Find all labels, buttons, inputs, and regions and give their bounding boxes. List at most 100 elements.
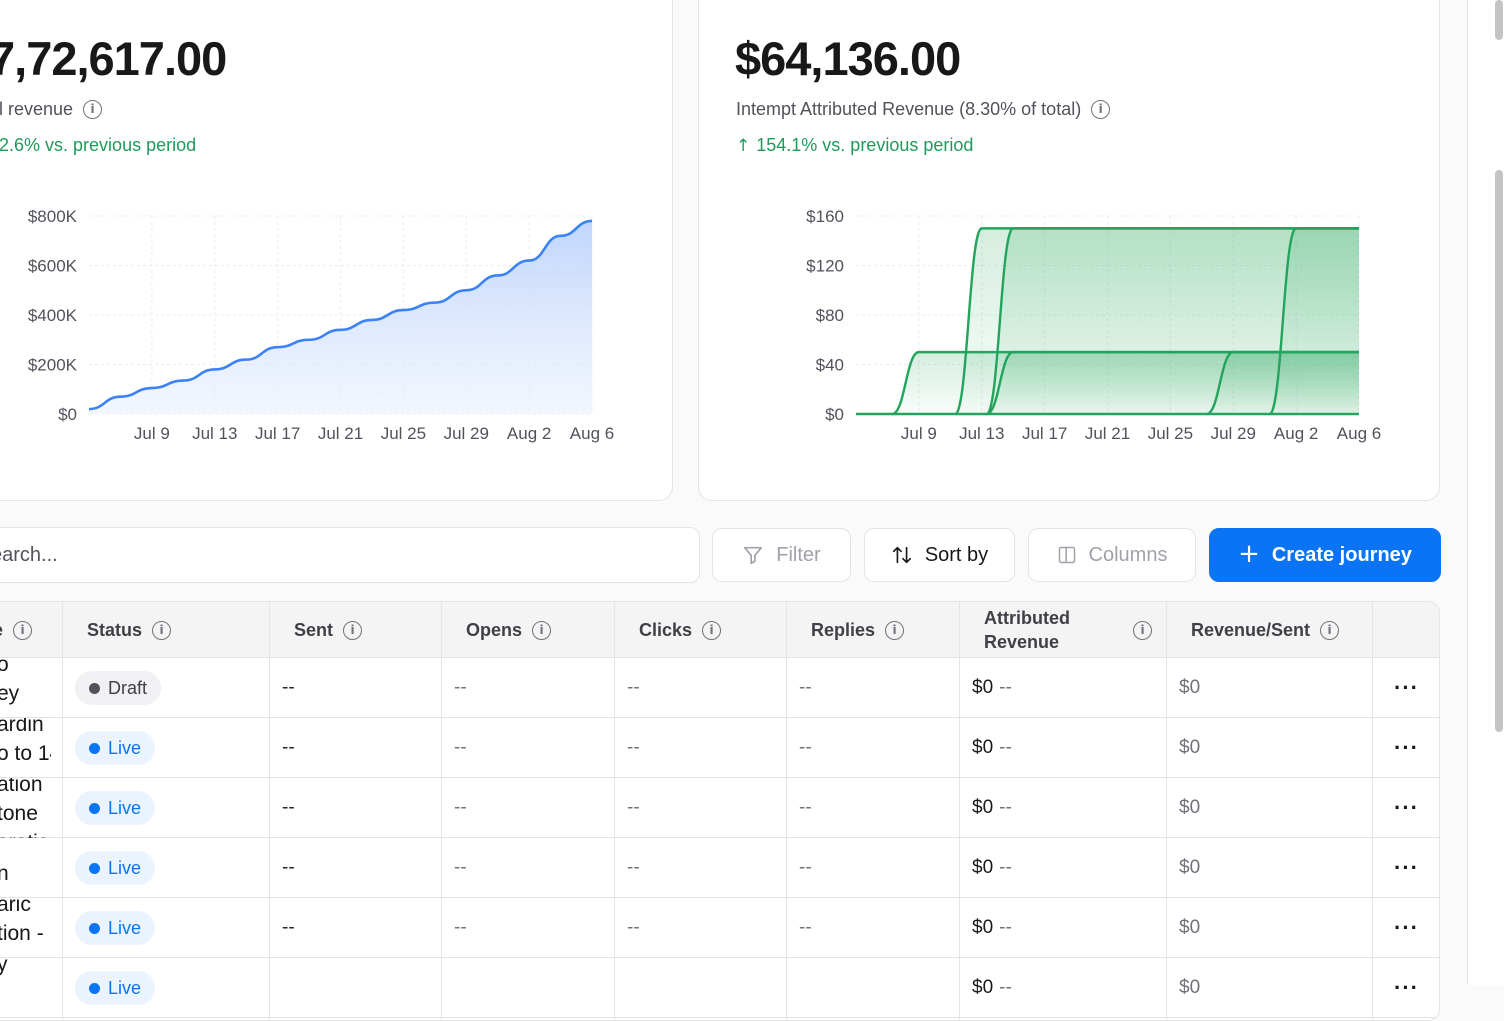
columns-icon [1057, 545, 1077, 565]
attributed-revenue-cell: $0-- [972, 898, 1012, 958]
filter-icon [742, 544, 764, 566]
column-header-name-label: e [0, 620, 3, 641]
revenue-per-sent-value: $0 [1179, 838, 1200, 898]
sort-label: Sort by [925, 544, 988, 567]
row-actions-button[interactable]: ··· [1372, 958, 1440, 1018]
y-tick-label: $0 [58, 405, 77, 424]
x-tick-label: Jul 13 [959, 424, 1004, 443]
x-tick-label: Aug 2 [507, 424, 551, 443]
column-header-clicks[interactable]: Clicksi [639, 602, 721, 658]
page-scrollbar[interactable] [1467, 0, 1504, 985]
column-header-revenue-per-sent[interactable]: Revenue/Senti [1191, 602, 1339, 658]
status-cell: Live [75, 958, 155, 1018]
column-header-attributed-revenue[interactable]: AttributedRevenue i [984, 602, 1152, 658]
status-badge: Draft [75, 671, 161, 705]
attributed-revenue-cell: $0-- [972, 958, 1012, 1018]
x-tick-label: Jul 9 [134, 424, 170, 443]
status-dot-icon [89, 743, 100, 754]
column-header-sent[interactable]: Senti [294, 602, 362, 658]
attributed-revenue-value: $0 [972, 797, 993, 819]
status-dot-icon [89, 863, 100, 874]
attributed-revenue-cell: $0 -- [972, 838, 1012, 898]
journey-name[interactable]: ation tone aratic [0, 778, 51, 838]
status-badge: Live [75, 731, 155, 765]
column-divider [614, 602, 615, 1020]
more-icon: ··· [1394, 735, 1419, 761]
create-journey-button[interactable]: + Create journey [1209, 528, 1441, 582]
attributed-line-2: Revenue [984, 632, 1059, 652]
y-tick-label: $80 [816, 306, 844, 325]
attributed-revenue-cell: $0-- [972, 658, 1012, 718]
x-tick-label: Jul 17 [1022, 424, 1067, 443]
column-header-name[interactable]: ei [0, 602, 32, 658]
row-actions-button[interactable]: ··· [1372, 898, 1440, 958]
info-icon[interactable]: i [532, 621, 551, 640]
replies-value: -- [799, 898, 812, 958]
y-tick-label: $600K [28, 257, 78, 276]
table-row[interactable]: o eyDraft--------$0--$0··· [0, 658, 1439, 718]
row-actions-button[interactable]: ··· [1372, 718, 1440, 778]
attributed-revenue-value: $0 [972, 857, 993, 879]
attributed-revenue-extra: -- [999, 677, 1012, 699]
attributed-revenue-cell: $0-- [972, 718, 1012, 778]
revenue-per-sent-value: $0 [1179, 718, 1200, 778]
journey-name-text: aric tion - [0, 898, 51, 948]
column-header-status-label: Status [87, 620, 142, 641]
row-actions-button[interactable]: ··· [1372, 658, 1440, 718]
attributed-revenue-extra: -- [999, 977, 1012, 999]
scrollbar-thumb-top[interactable] [1495, 0, 1503, 40]
status-dot-icon [89, 683, 100, 694]
journey-name-text: ardin o to 14 [0, 718, 51, 768]
more-icon: ··· [1394, 855, 1419, 881]
x-tick-label: Jul 29 [444, 424, 489, 443]
opens-value: -- [454, 898, 467, 958]
row-actions-button[interactable]: ··· [1372, 838, 1440, 898]
table-row[interactable]: yLive$0--$0··· [0, 958, 1439, 1018]
column-divider [786, 602, 787, 1020]
filter-label: Filter [776, 544, 820, 567]
info-icon[interactable]: i [1133, 621, 1152, 640]
status-text: Live [108, 798, 141, 819]
attributed-revenue-extra: -- [999, 857, 1012, 879]
column-divider [269, 602, 270, 1020]
journey-name[interactable]: o ey [0, 658, 51, 718]
info-icon[interactable]: i [1320, 621, 1339, 640]
info-icon[interactable]: i [702, 621, 721, 640]
sort-button[interactable]: Sort by [864, 528, 1015, 582]
more-icon: ··· [1394, 795, 1419, 821]
attributed-revenue-card: $64,136.00 Intempt Attributed Revenue (8… [698, 0, 1440, 501]
x-tick-label: Aug 6 [570, 424, 614, 443]
search-input[interactable]: earch... [0, 527, 700, 583]
y-tick-label: $800K [28, 207, 78, 226]
table-row[interactable]: ardin o to 14Live--------$0--$0··· [0, 718, 1439, 778]
table-row[interactable]: nLive--------$0--$0··· [0, 838, 1439, 898]
row-actions-button[interactable]: ··· [1372, 778, 1440, 838]
sent-value: -- [282, 778, 295, 838]
column-header-replies[interactable]: Repliesi [811, 602, 904, 658]
attributed-revenue-value: $0 [972, 737, 993, 759]
scrollbar-thumb[interactable] [1495, 170, 1503, 732]
info-icon[interactable]: i [152, 621, 171, 640]
columns-button[interactable]: Columns [1028, 528, 1196, 582]
info-icon[interactable]: i [885, 621, 904, 640]
x-tick-label: Jul 17 [255, 424, 300, 443]
x-tick-label: Aug 6 [1337, 424, 1381, 443]
columns-label: Columns [1089, 544, 1168, 567]
journey-name[interactable]: ardin o to 14 [0, 718, 51, 778]
x-tick-label: Jul 25 [381, 424, 426, 443]
journey-name[interactable]: aric tion - [0, 898, 51, 958]
table-row[interactable]: ation tone araticLive--------$0--$0··· [0, 778, 1439, 838]
more-icon: ··· [1394, 915, 1419, 941]
info-icon[interactable]: i [343, 621, 362, 640]
column-header-sent-label: Sent [294, 620, 333, 641]
x-tick-label: Jul 21 [1085, 424, 1130, 443]
info-icon[interactable]: i [13, 621, 32, 640]
status-dot-icon [89, 803, 100, 814]
table-row[interactable]: aric tion -Live--------$0--$0··· [0, 898, 1439, 958]
journey-name[interactable]: y [0, 958, 51, 1018]
column-header-status[interactable]: Statusi [87, 602, 171, 658]
journey-name[interactable]: n [0, 838, 51, 898]
column-header-opens[interactable]: Opensi [466, 602, 551, 658]
revenue-per-sent-value: $0 [1179, 658, 1200, 718]
filter-button[interactable]: Filter [712, 528, 851, 582]
